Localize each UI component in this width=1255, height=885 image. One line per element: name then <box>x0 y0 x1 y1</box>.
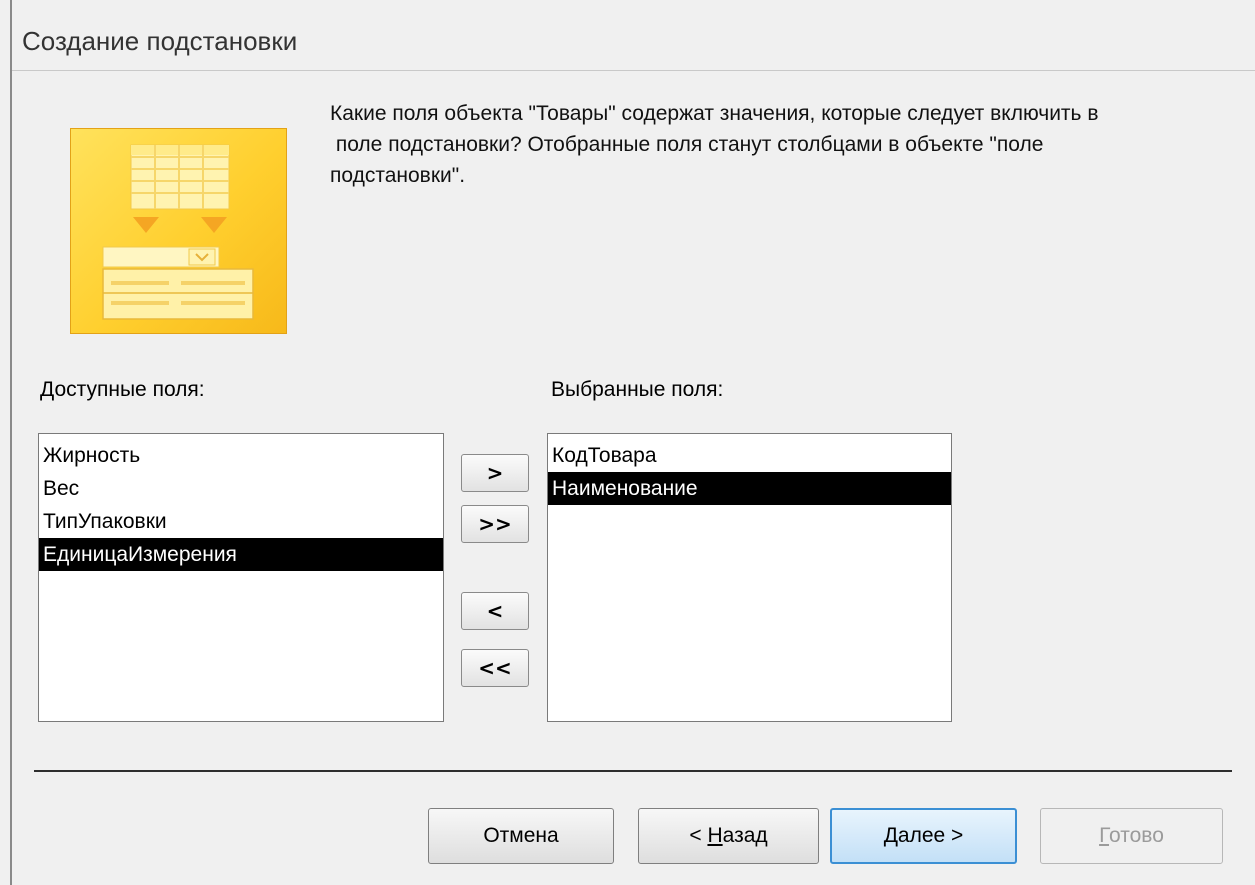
lookup-wizard-dialog: Создание подстановки Какие поля объекта … <box>0 0 1255 885</box>
title-separator <box>12 70 1255 71</box>
instruction-line: подстановки". <box>330 164 466 187</box>
add-all-fields-button[interactable]: >> <box>461 505 529 543</box>
selected-fields-list[interactable]: КодТовара Наименование <box>547 433 952 722</box>
cancel-button-label: Отмена <box>483 824 559 847</box>
list-item-selected[interactable]: ЕдиницаИзмерения <box>39 538 443 571</box>
next-label-rest: алее > <box>897 824 964 847</box>
instruction-line: поле подстановки? Отобранные поля станут… <box>330 133 1044 156</box>
add-field-button[interactable]: > <box>461 454 529 492</box>
available-fields-label: Доступные поля: <box>40 378 205 401</box>
back-button-label: < Назад <box>689 824 767 847</box>
next-button-label: Далее > <box>884 824 964 847</box>
back-accelerator: Н <box>707 824 723 847</box>
instruction-text: Какие поля объекта "Товары" содержат зна… <box>330 98 1245 191</box>
list-item[interactable]: КодТовара <box>548 439 951 472</box>
list-item[interactable]: Вес <box>39 472 443 505</box>
cancel-button[interactable]: Отмена <box>428 808 614 864</box>
finish-button-label: Готово <box>1099 824 1164 847</box>
back-prefix: < <box>689 824 708 847</box>
remove-all-fields-button[interactable]: << <box>461 649 529 687</box>
back-button[interactable]: < Назад <box>638 808 819 864</box>
list-item-selected[interactable]: Наименование <box>548 472 951 505</box>
footer-separator <box>34 770 1232 772</box>
next-button[interactable]: Далее > <box>830 808 1017 864</box>
selected-fields-label: Выбранные поля: <box>551 378 724 401</box>
list-item[interactable]: Жирность <box>39 439 443 472</box>
finish-label-rest: отово <box>1109 824 1164 847</box>
back-label-rest: азад <box>722 824 768 847</box>
next-accelerator: Д <box>883 824 898 847</box>
window-title: Создание подстановки <box>22 26 298 56</box>
window-left-border <box>10 0 12 885</box>
list-item[interactable]: ТипУпаковки <box>39 505 443 538</box>
available-fields-list[interactable]: Жирность Вес ТипУпаковки ЕдиницаИзмерени… <box>38 433 444 722</box>
finish-accelerator: Г <box>1099 824 1110 847</box>
lookup-wizard-icon <box>70 128 287 334</box>
instruction-line: Какие поля объекта "Товары" содержат зна… <box>330 102 1099 125</box>
title-bar: Создание подстановки <box>12 10 1255 70</box>
finish-button[interactable]: Готово <box>1040 808 1223 864</box>
remove-field-button[interactable]: < <box>461 592 529 630</box>
